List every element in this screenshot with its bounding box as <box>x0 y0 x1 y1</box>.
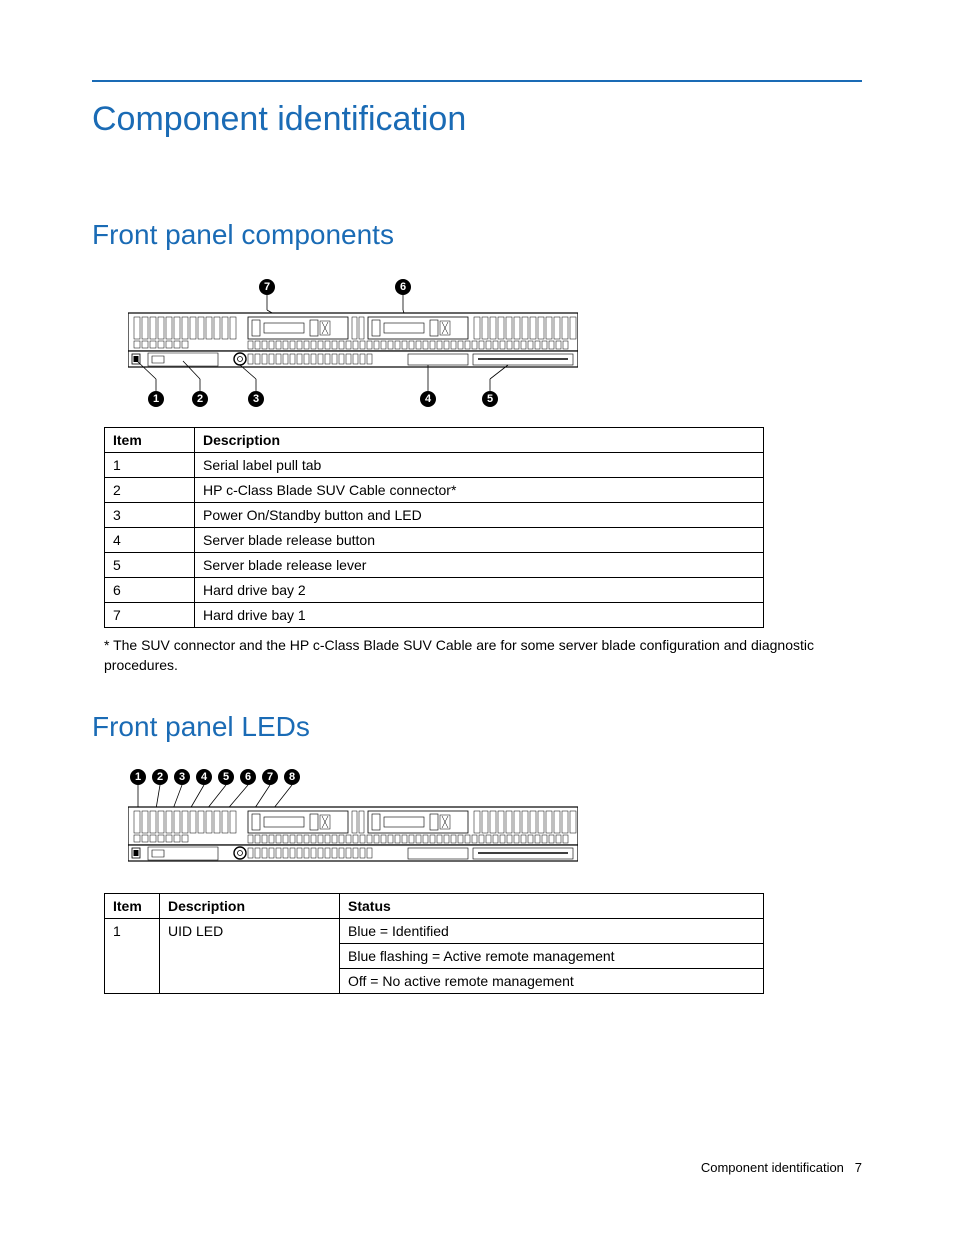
svg-text:2: 2 <box>157 771 163 783</box>
svg-text:8: 8 <box>289 771 295 783</box>
table-row: Blue flashing = Active remote management <box>105 944 764 969</box>
svg-text:6: 6 <box>245 771 251 783</box>
svg-text:5: 5 <box>223 771 229 783</box>
callout-5: 5 <box>487 393 493 405</box>
header-rule <box>92 80 862 82</box>
table-row: 5Server blade release lever <box>105 553 764 578</box>
callout-3: 3 <box>253 393 259 405</box>
table-row: 7Hard drive bay 1 <box>105 603 764 628</box>
table-row: 2HP c-Class Blade SUV Cable connector* <box>105 478 764 503</box>
th-desc: Description <box>160 894 340 919</box>
section-heading-components: Front panel components <box>92 219 862 251</box>
components-table: Item Description 1Serial label pull tab … <box>104 427 764 628</box>
page-footer: Component identification 7 <box>701 1160 862 1175</box>
callout-4: 4 <box>425 393 432 405</box>
leds-table: Item Description Status 1 UID LED Blue =… <box>104 893 764 994</box>
table-row: Off = No active remote management <box>105 969 764 994</box>
table-row: 6Hard drive bay 2 <box>105 578 764 603</box>
front-panel-diagram: 7 6 <box>128 275 862 411</box>
table-row: 1 UID LED Blue = Identified <box>105 919 764 944</box>
callout-1: 1 <box>153 393 159 405</box>
callout-6: 6 <box>400 281 406 293</box>
table-row: 4Server blade release button <box>105 528 764 553</box>
th-item: Item <box>105 428 195 453</box>
page-title: Component identification <box>92 100 862 139</box>
svg-text:4: 4 <box>201 771 208 783</box>
svg-text:7: 7 <box>267 771 273 783</box>
th-status: Status <box>340 894 764 919</box>
front-panel-leds-diagram: 1 2 3 4 5 6 7 8 <box>128 767 862 877</box>
th-item: Item <box>105 894 160 919</box>
callout-2: 2 <box>197 393 203 405</box>
th-desc: Description <box>195 428 764 453</box>
section-heading-leds: Front panel LEDs <box>92 711 862 743</box>
table-row: 1Serial label pull tab <box>105 453 764 478</box>
svg-text:3: 3 <box>179 771 185 783</box>
svg-text:1: 1 <box>135 771 141 783</box>
components-footnote: * The SUV connector and the HP c-Class B… <box>104 636 824 675</box>
table-row: 3Power On/Standby button and LED <box>105 503 764 528</box>
callout-7: 7 <box>264 281 270 293</box>
